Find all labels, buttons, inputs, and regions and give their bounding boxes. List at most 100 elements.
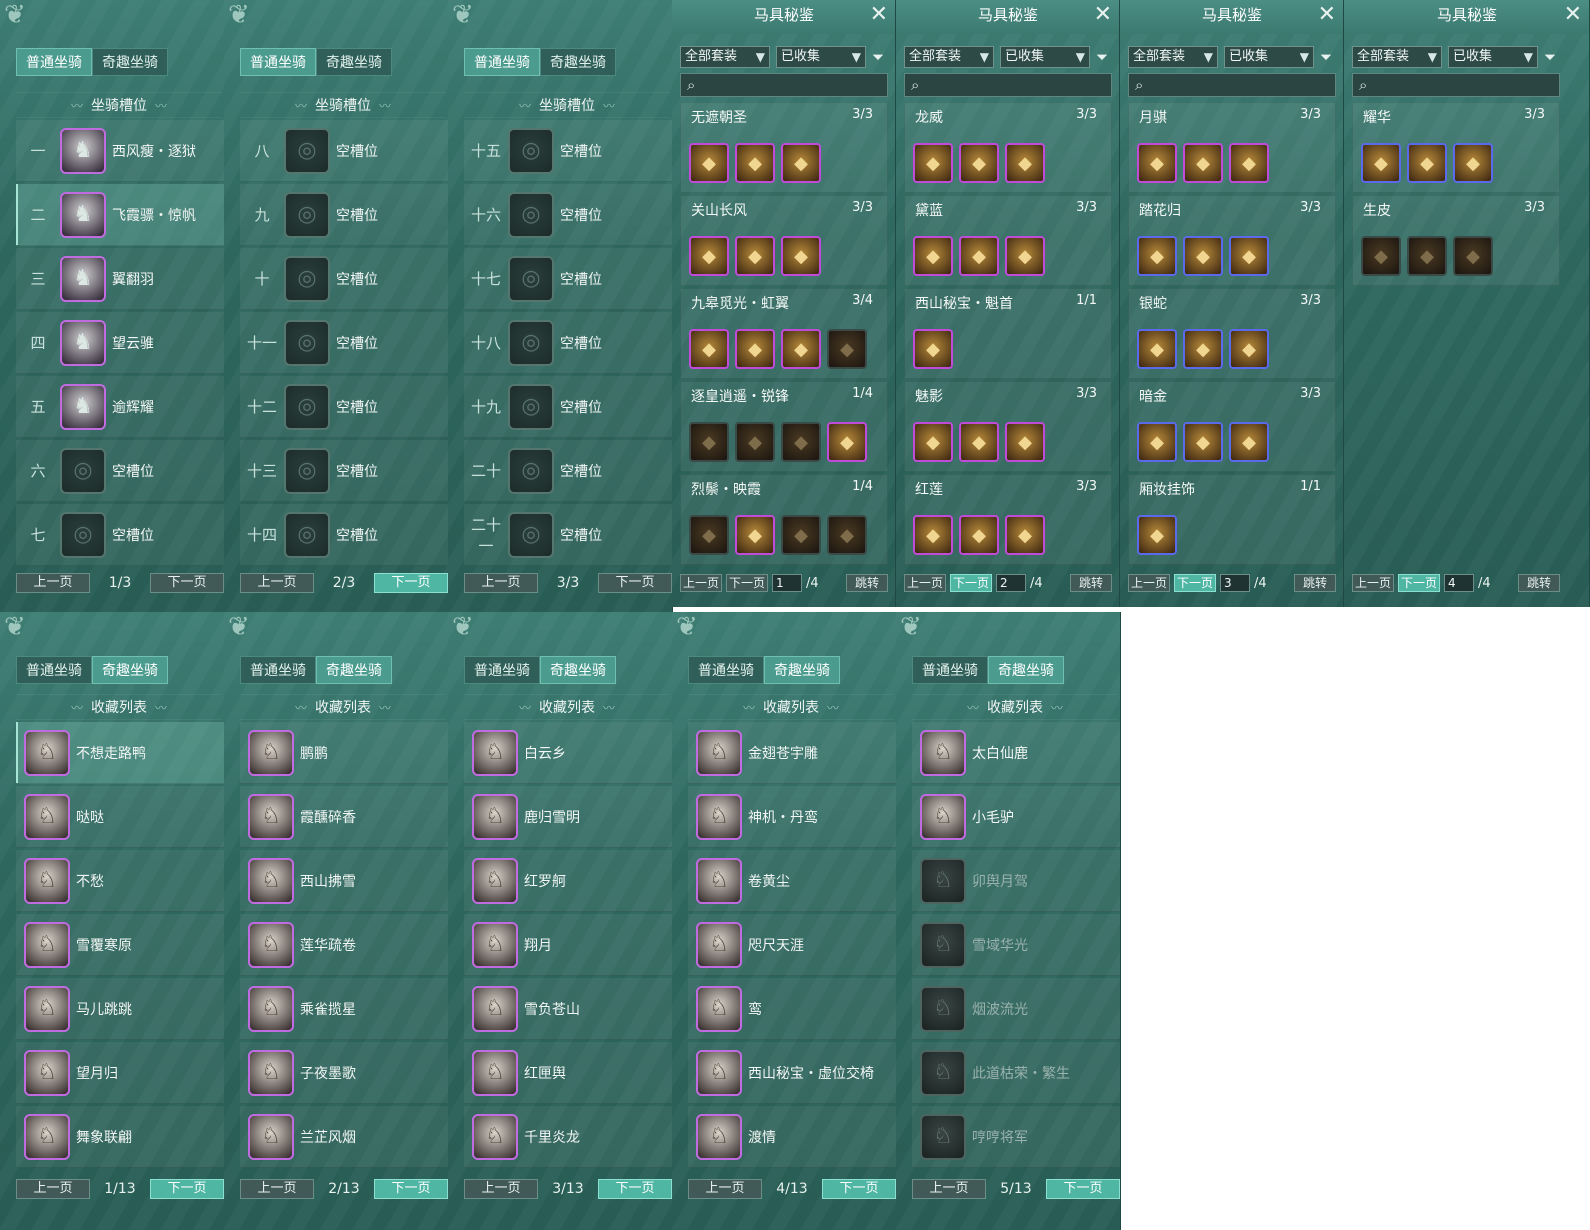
harness-piece-icon[interactable]: ◆ xyxy=(1453,143,1493,183)
filter-icon[interactable]: ⏷ xyxy=(1320,48,1332,66)
mount-slot-row[interactable]: 八 ◎ 空槽位 xyxy=(240,120,448,182)
collection-item[interactable]: ♘ 金翅苍宇雕 xyxy=(688,722,896,784)
collection-item[interactable]: ♘ 鹿归雪明 xyxy=(464,786,672,848)
horse-portrait-icon[interactable]: ♞ xyxy=(60,255,106,302)
next-page-button[interactable]: 下一页 xyxy=(821,1179,896,1199)
mount-portrait-icon[interactable]: ♘ xyxy=(920,1113,966,1160)
collection-item[interactable]: ♘ 雪域华光 xyxy=(912,914,1120,976)
harness-set-card[interactable]: 魅影 3/3 ◆ ◆ ◆ xyxy=(904,381,1112,472)
empty-slot-icon[interactable]: ◎ xyxy=(508,255,554,302)
collection-item[interactable]: ♘ 神机・丹鸾 xyxy=(688,786,896,848)
prev-page-button[interactable]: 上一页 xyxy=(1352,574,1394,592)
next-page-button[interactable]: 下一页 xyxy=(726,574,768,592)
tab-fun-mounts[interactable]: 奇趣坐骑 xyxy=(988,656,1064,684)
prev-page-button[interactable]: 上一页 xyxy=(1128,574,1170,592)
empty-slot-icon[interactable]: ◎ xyxy=(508,447,554,494)
harness-set-card[interactable]: 红莲 3/3 ◆ ◆ ◆ xyxy=(904,474,1112,565)
close-icon[interactable]: ✕ xyxy=(1094,3,1112,27)
prev-page-button[interactable]: 上一页 xyxy=(680,574,722,592)
mount-slot-row[interactable]: 十四 ◎ 空槽位 xyxy=(240,504,448,566)
tab-normal-mounts[interactable]: 普通坐骑 xyxy=(240,656,316,684)
harness-piece-icon[interactable]: ◆ xyxy=(959,422,999,462)
tab-fun-mounts[interactable]: 奇趣坐骑 xyxy=(540,656,616,684)
page-number-input[interactable]: 2 xyxy=(996,574,1026,592)
mount-slot-row[interactable]: 四 ♞ 望云骓 xyxy=(16,312,224,374)
mount-portrait-icon[interactable]: ♘ xyxy=(920,729,966,776)
mount-slot-row[interactable]: 一 ♞ 西风瘦・逐狱 xyxy=(16,120,224,182)
collection-item[interactable]: ♘ 乘雀揽星 xyxy=(240,978,448,1040)
collection-item[interactable]: ♘ 哒哒 xyxy=(16,786,224,848)
harness-set-card[interactable]: 烈鬃・映霞 1/4 ◆ ◆ ◆ ◆ xyxy=(680,474,888,565)
harness-piece-icon[interactable]: ◆ xyxy=(735,143,775,183)
harness-piece-icon[interactable]: ◆ xyxy=(913,515,953,555)
empty-slot-icon[interactable]: ◎ xyxy=(284,255,330,302)
mount-slot-row[interactable]: 十一 ◎ 空槽位 xyxy=(240,312,448,374)
horse-portrait-icon[interactable]: ♞ xyxy=(60,127,106,174)
mount-portrait-icon[interactable]: ♘ xyxy=(248,921,294,968)
prev-page-button[interactable]: 上一页 xyxy=(240,573,314,593)
harness-piece-icon[interactable]: ◆ xyxy=(689,236,729,276)
mount-portrait-icon[interactable]: ♘ xyxy=(920,985,966,1032)
page-number-input[interactable]: 4 xyxy=(1444,574,1474,592)
close-icon[interactable]: ✕ xyxy=(1318,3,1336,27)
collection-item[interactable]: ♘ 卷黄尘 xyxy=(688,850,896,912)
harness-piece-icon[interactable]: ◆ xyxy=(1005,422,1045,462)
mount-portrait-icon[interactable]: ♘ xyxy=(472,793,518,840)
mount-portrait-icon[interactable]: ♘ xyxy=(696,793,742,840)
set-filter-dropdown[interactable]: 全部套装 ▼ xyxy=(904,46,994,68)
empty-slot-icon[interactable]: ◎ xyxy=(60,511,106,558)
empty-slot-icon[interactable]: ◎ xyxy=(284,191,330,238)
status-filter-dropdown[interactable]: 已收集 ▼ xyxy=(1224,46,1314,68)
collection-item[interactable]: ♘ 舞象联翩 xyxy=(16,1106,224,1168)
tab-normal-mounts[interactable]: 普通坐骑 xyxy=(16,48,92,76)
prev-page-button[interactable]: 上一页 xyxy=(912,1179,986,1199)
collection-item[interactable]: ♘ 马儿跳跳 xyxy=(16,978,224,1040)
prev-page-button[interactable]: 上一页 xyxy=(464,1179,538,1199)
harness-set-card[interactable]: 关山长风 3/3 ◆ ◆ ◆ xyxy=(680,195,888,286)
mount-portrait-icon[interactable]: ♘ xyxy=(24,921,70,968)
mount-slot-row[interactable]: 六 ◎ 空槽位 xyxy=(16,440,224,502)
next-page-button[interactable]: 下一页 xyxy=(1045,1179,1120,1199)
harness-piece-icon[interactable]: ◆ xyxy=(1361,143,1401,183)
empty-slot-icon[interactable]: ◎ xyxy=(284,511,330,558)
prev-page-button[interactable]: 上一页 xyxy=(904,574,946,592)
page-number-input[interactable]: 3 xyxy=(1220,574,1250,592)
harness-piece-icon[interactable]: ◆ xyxy=(959,236,999,276)
collection-item[interactable]: ♘ 兰芷风烟 xyxy=(240,1106,448,1168)
collection-item[interactable]: ♘ 霞醺碎香 xyxy=(240,786,448,848)
jump-button[interactable]: 跳转 xyxy=(1070,574,1112,592)
status-filter-dropdown[interactable]: 已收集 ▼ xyxy=(1000,46,1090,68)
horse-portrait-icon[interactable]: ♞ xyxy=(60,319,106,366)
collection-item[interactable]: ♘ 太白仙鹿 xyxy=(912,722,1120,784)
empty-slot-icon[interactable]: ◎ xyxy=(508,511,554,558)
mount-portrait-icon[interactable]: ♘ xyxy=(248,985,294,1032)
collection-item[interactable]: ♘ 鸾 xyxy=(688,978,896,1040)
prev-page-button[interactable]: 上一页 xyxy=(464,573,538,593)
mount-portrait-icon[interactable]: ♘ xyxy=(248,729,294,776)
set-filter-dropdown[interactable]: 全部套装 ▼ xyxy=(680,46,770,68)
mount-portrait-icon[interactable]: ♘ xyxy=(472,729,518,776)
mount-slot-row[interactable]: 十九 ◎ 空槽位 xyxy=(464,376,672,438)
empty-slot-icon[interactable]: ◎ xyxy=(60,447,106,494)
harness-piece-icon[interactable]: ◆ xyxy=(1005,143,1045,183)
empty-slot-icon[interactable]: ◎ xyxy=(284,383,330,430)
page-number-input[interactable]: 1 xyxy=(772,574,802,592)
mount-portrait-icon[interactable]: ♘ xyxy=(696,729,742,776)
collection-item[interactable]: ♘ 望月归 xyxy=(16,1042,224,1104)
harness-piece-icon[interactable]: ◆ xyxy=(1453,236,1493,276)
prev-page-button[interactable]: 上一页 xyxy=(16,573,90,593)
collection-item[interactable]: ♘ 子夜墨歌 xyxy=(240,1042,448,1104)
tab-fun-mounts[interactable]: 奇趣坐骑 xyxy=(540,48,616,76)
harness-piece-icon[interactable]: ◆ xyxy=(1229,236,1269,276)
mount-portrait-icon[interactable]: ♘ xyxy=(24,1113,70,1160)
next-page-button[interactable]: 下一页 xyxy=(149,1179,224,1199)
harness-piece-icon[interactable]: ◆ xyxy=(1137,329,1177,369)
empty-slot-icon[interactable]: ◎ xyxy=(508,319,554,366)
collection-item[interactable]: ♘ 鹏鹏 xyxy=(240,722,448,784)
harness-piece-icon[interactable]: ◆ xyxy=(1137,236,1177,276)
next-page-button[interactable]: 下一页 xyxy=(950,574,992,592)
collection-item[interactable]: ♘ 西山拂雪 xyxy=(240,850,448,912)
harness-piece-icon[interactable]: ◆ xyxy=(1229,422,1269,462)
set-filter-dropdown[interactable]: 全部套装 ▼ xyxy=(1128,46,1218,68)
harness-set-card[interactable]: 生皮 3/3 ◆ ◆ ◆ xyxy=(1352,195,1560,286)
